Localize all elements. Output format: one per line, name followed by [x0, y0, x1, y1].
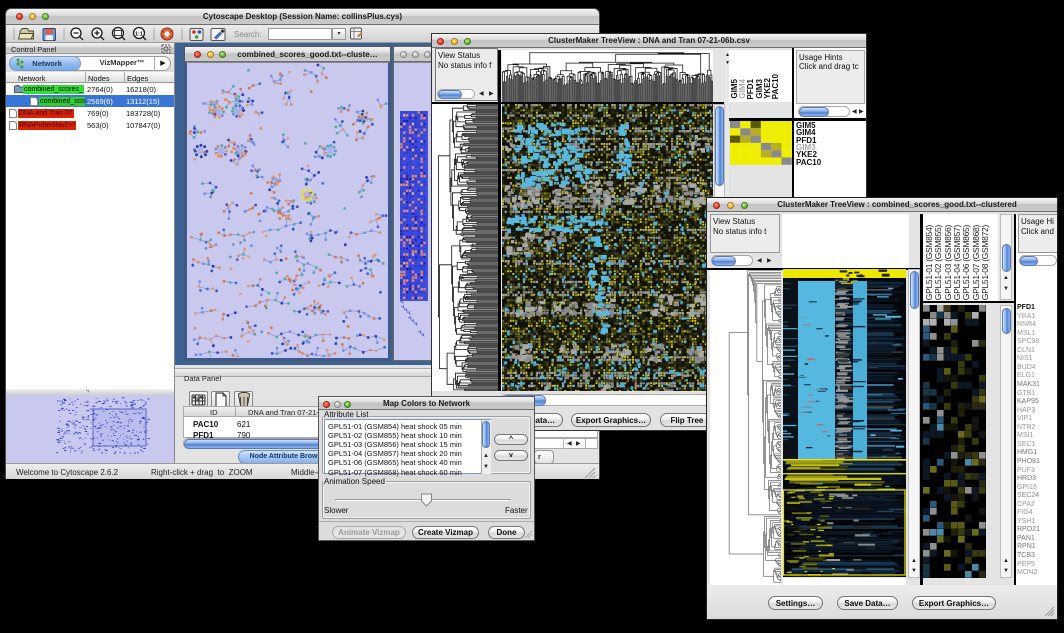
svg-text:1:1: 1:1: [135, 32, 143, 38]
